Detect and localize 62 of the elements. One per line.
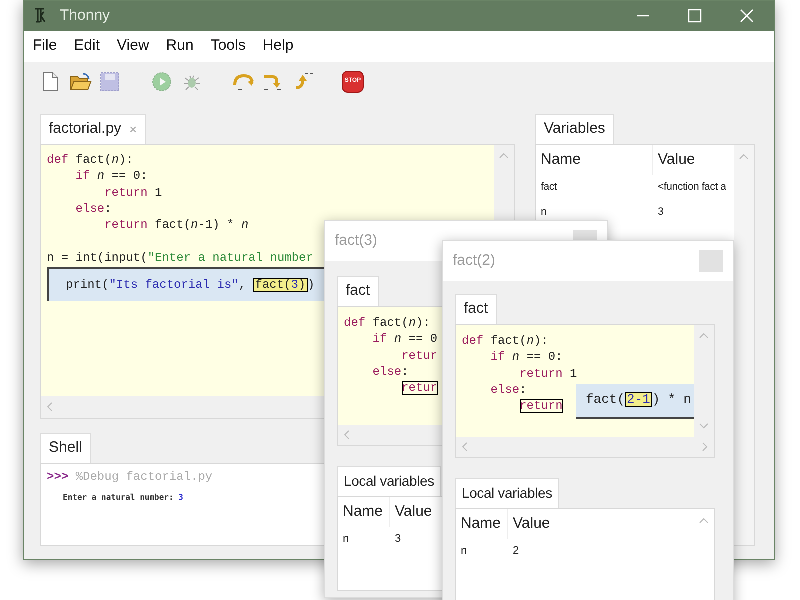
editor-tab[interactable]: factorial.py × (40, 114, 146, 144)
menu-item[interactable]: Tools (210, 35, 246, 58)
frame-title: fact(2) (453, 250, 496, 271)
shell-output: Enter a natural number: 3 (63, 492, 184, 504)
frame-tab[interactable]: fact (337, 276, 380, 306)
scroll-down-icon[interactable] (699, 423, 709, 429)
menu-item[interactable]: View (117, 35, 150, 58)
close-button[interactable] (699, 250, 723, 272)
variables-tab[interactable]: Variables (535, 114, 614, 144)
code-line: def fact(n): (344, 315, 430, 332)
code-line: if n == 0: (74, 168, 148, 185)
shell-tab[interactable]: Shell (40, 433, 92, 463)
close-icon[interactable] (740, 9, 754, 23)
scroll-right-icon[interactable] (702, 442, 708, 452)
folder-icon[interactable] (70, 72, 92, 92)
local-variables-tab[interactable]: Local variables (455, 478, 560, 508)
maximize-icon[interactable] (688, 9, 702, 23)
table-cell-text: 3 (394, 532, 402, 548)
vertical-scrollbar[interactable] (734, 145, 754, 545)
scroll-left-icon[interactable] (344, 430, 350, 440)
table-cell-text: <function fact a (657, 180, 728, 195)
menu-item[interactable]: Help (262, 35, 294, 58)
scroll-up-icon[interactable] (739, 154, 749, 160)
frame-tab[interactable]: fact (455, 294, 498, 324)
code-line: retur (400, 380, 438, 396)
code-line: return 1 (518, 366, 578, 382)
code-view[interactable]: def fact(n): if n == 0: return 1 else: return fact(2-1) * n (456, 325, 694, 437)
code-line: return (518, 398, 563, 414)
column-header[interactable]: Name (338, 497, 390, 527)
window-title: Thonny (60, 6, 110, 26)
column-header[interactable]: Value (653, 145, 700, 175)
code-line: else: (372, 364, 409, 380)
expression-popup: fact(2-1) * n (576, 384, 694, 418)
scroll-up-icon[interactable] (499, 153, 509, 159)
code-line: def fact(n): (47, 152, 134, 168)
code-line: retur (400, 348, 438, 364)
shell-command-line: >>> %Debug factorial.py (47, 469, 213, 486)
table-cell-text: 2 (512, 544, 520, 560)
table-cell-text: n (540, 204, 548, 220)
column-header[interactable]: Name (536, 145, 653, 175)
code-line: else: (74, 200, 112, 218)
menu-item[interactable]: File (33, 35, 58, 58)
curved-arrow-icon[interactable] (232, 72, 254, 92)
menu-item[interactable]: Run (166, 35, 194, 58)
table-cell-text: n (460, 544, 468, 560)
table-cell-text: 3 (657, 204, 665, 220)
frame-title: fact(3) (335, 230, 378, 251)
local-variables-tab[interactable]: Local variables (337, 466, 442, 496)
menu-item[interactable]: Edit (74, 35, 100, 58)
scroll-left-icon[interactable] (462, 442, 468, 452)
code-line: n = int(input("Enter a natural number (47, 250, 314, 266)
column-header[interactable]: Name (456, 509, 508, 539)
scroll-up-icon[interactable] (699, 518, 709, 524)
table-cell-text: fact (540, 180, 558, 195)
scroll-up-icon[interactable] (699, 333, 709, 339)
scroll-left-icon[interactable] (47, 402, 53, 412)
new-file-icon[interactable] (42, 72, 60, 92)
code-line: return fact(n-1) * n (104, 217, 249, 234)
code-line: return 1 (104, 184, 162, 201)
column-header[interactable]: Value (390, 497, 438, 527)
table-cell-text: n (342, 532, 350, 548)
code-line: if n == 0 (372, 331, 438, 348)
